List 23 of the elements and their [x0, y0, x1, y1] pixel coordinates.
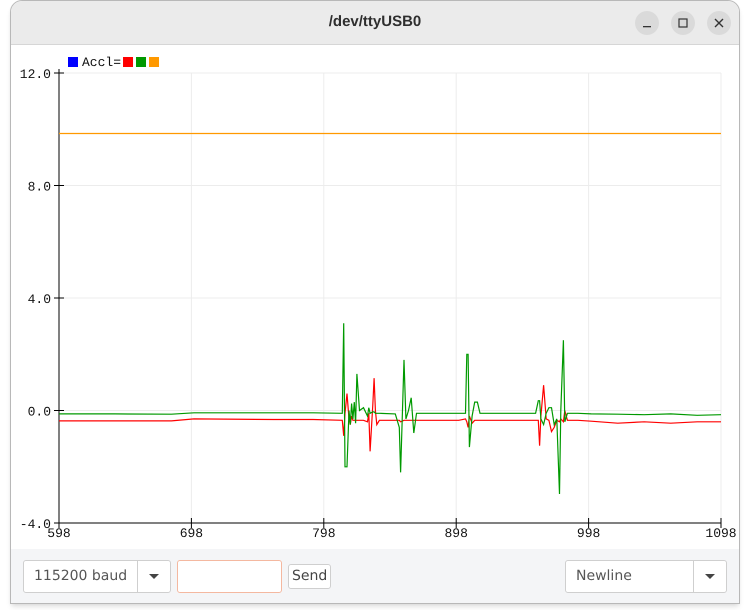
maximize-button[interactable]	[671, 11, 695, 35]
line-ending-dropdown[interactable]: Newline	[565, 560, 727, 592]
message-field[interactable]	[177, 560, 282, 592]
caret-icon	[705, 574, 715, 578]
x-tick-label: 698	[180, 526, 204, 541]
close-icon	[714, 18, 724, 28]
x-tick-label: 898	[444, 526, 468, 541]
y-tick-label: 0.0	[28, 404, 51, 420]
window-title: /dev/ttyUSB0	[328, 12, 422, 32]
legend-label: Accl=	[82, 55, 122, 70]
x-tick-label: 798	[312, 526, 336, 541]
minimize-icon	[643, 26, 651, 28]
maximize-icon	[678, 18, 688, 28]
close-button[interactable]	[707, 11, 731, 35]
x-tick-label: 998	[576, 526, 600, 541]
y-tick-label: 4.0	[28, 292, 51, 307]
x-tick-label: 1098	[705, 526, 737, 541]
y-tick-label: 8.0	[28, 180, 51, 194]
baud-dropdown[interactable]: 115200 baud	[23, 560, 171, 592]
send-button[interactable]: Send	[288, 564, 332, 588]
y-tick-label: 12.0	[20, 67, 51, 82]
caret-icon	[149, 574, 160, 578]
minimize-button[interactable]	[635, 11, 659, 35]
